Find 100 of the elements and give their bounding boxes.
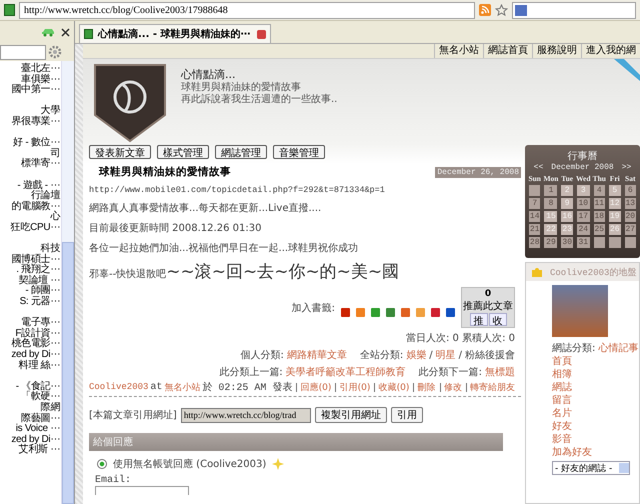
radio-button[interactable] [97, 459, 107, 469]
friends-blog-select[interactable]: - 好友的網誌 - [552, 461, 630, 475]
category-link[interactable]: 心情記事 [598, 341, 638, 355]
car-icon[interactable] [41, 27, 55, 37]
calendar-day[interactable]: 30 [561, 237, 573, 248]
sidebar-link[interactable]: S: 元器⋯ [0, 297, 60, 308]
sidebar-link[interactable]: is Voice ⋯ [0, 424, 60, 435]
calendar-day[interactable]: 18 [594, 211, 606, 222]
profile-link[interactable]: 影音 [552, 434, 572, 446]
post-action-link[interactable]: 修改 [444, 380, 462, 394]
recommend-button[interactable]: 收 [488, 313, 506, 326]
profile-link[interactable]: 留言 [552, 395, 572, 407]
trackback-button[interactable]: 引用 [390, 407, 423, 423]
sidebar-link[interactable]: 桃色電影⋯ [0, 339, 60, 350]
sidebar-link[interactable]: zed by Di⋯ [0, 350, 60, 361]
sidebar-link[interactable]: 艾利斯 ⋯ [0, 445, 60, 456]
sidebar-link[interactable]: 行論壇 [0, 191, 60, 202]
sidebar-link[interactable]: 界很專業⋯ [0, 116, 60, 128]
category-link[interactable]: 娛樂 [406, 348, 426, 362]
calendar-day[interactable]: 31 [576, 237, 590, 248]
sidebar-link[interactable]: 好 - 數位⋯ [0, 138, 60, 149]
trackback-button[interactable]: 複製引用網址 [314, 407, 387, 423]
author-link[interactable]: Coolive2003 [88, 382, 148, 392]
profile-link[interactable]: 名片 [552, 408, 572, 420]
sidebar-link[interactable]: 「軟硬⋯ [0, 392, 60, 403]
post-action-link[interactable]: 轉寄給朋友 [470, 380, 515, 394]
calendar-day[interactable]: 25 [594, 224, 606, 235]
scrollbar[interactable] [61, 61, 74, 504]
calendar-day[interactable]: 29 [544, 237, 558, 248]
top-nav-link[interactable]: 網誌首頁 [483, 44, 532, 58]
recommend-button[interactable]: 推 [470, 313, 488, 326]
email-field[interactable] [95, 486, 189, 495]
post-action-link[interactable]: 引用(0) [340, 380, 370, 394]
category-link[interactable]: 明星 [436, 348, 456, 362]
admin-button[interactable]: 網誌管理 [215, 145, 267, 159]
gear-icon[interactable] [48, 45, 62, 59]
trackback-url-field[interactable]: http://www.wretch.cc/blog/trad [180, 408, 311, 422]
profile-link[interactable]: 好友 [552, 421, 572, 433]
sidebar-search-field[interactable] [0, 44, 46, 60]
calendar-day[interactable]: 1 [544, 185, 558, 196]
sidebar-link[interactable]: 料理 絲⋯ [0, 360, 60, 372]
top-nav-link[interactable]: 進入我的網 [581, 44, 640, 58]
star-icon[interactable] [495, 4, 508, 16]
top-nav-link[interactable]: 無名小站 [434, 44, 483, 58]
calendar-day[interactable]: 27 [624, 224, 636, 235]
sidebar-link[interactable]: 際網 [0, 403, 60, 414]
profile-link[interactable]: 加為好友 [552, 447, 592, 459]
next-post-link[interactable]: 無標題 [485, 365, 515, 379]
post-action-link[interactable]: 回應(0) [300, 380, 332, 394]
profile-link[interactable]: 首頁 [552, 356, 572, 368]
calendar-day[interactable]: 20 [624, 211, 636, 222]
post-action-link[interactable]: 收藏(0) [378, 380, 410, 394]
sidebar-link[interactable]: 的電腦教⋯ [0, 202, 60, 212]
profile-link[interactable]: 相簿 [552, 369, 572, 381]
calendar-day[interactable]: 6 [624, 185, 636, 196]
sidebar-link[interactable]: 國中第一⋯ [0, 85, 60, 96]
calendar-day[interactable]: 13 [624, 198, 636, 209]
address-bar[interactable]: http://www.wretch.cc/blog/Coolive2003/17988648 [19, 2, 475, 18]
sidebar-link[interactable]: - 師團⋯ [0, 286, 60, 298]
calendar-day[interactable]: 28 [529, 237, 540, 248]
sidebar-link[interactable]: 大學 [0, 106, 60, 117]
site-link[interactable]: 無名小站 [164, 380, 200, 394]
admin-button[interactable]: 樣式管理 [157, 145, 209, 159]
sidebar-link[interactable]: 標準寄⋯ [0, 159, 60, 170]
sidebar-link[interactable]: 契論壇 ⋯ [0, 276, 60, 286]
search-field[interactable] [512, 2, 636, 18]
sidebar-link[interactable]: 臺北左⋯ [0, 64, 60, 75]
admin-button[interactable]: 音樂管理 [273, 145, 325, 159]
sidebar-link[interactable]: 車俱樂⋯ [0, 74, 60, 86]
sidebar-link[interactable]: . 飛翔之⋯ [0, 265, 60, 276]
calendar-day[interactable]: 4 [594, 185, 606, 196]
bookmark-site-icon[interactable] [446, 308, 455, 317]
calendar-day[interactable]: 11 [594, 198, 606, 209]
sidebar-link[interactable]: 際藝圖⋯ [0, 414, 60, 424]
sidebar-link[interactable]: 心 [0, 212, 60, 223]
calendar-day[interactable]: 7 [529, 198, 540, 209]
sidebar-link[interactable]: 科技 [0, 244, 60, 255]
admin-button[interactable]: 發表新文章 [89, 145, 151, 159]
profile-link[interactable]: 網誌 [552, 382, 572, 394]
calendar-day[interactable]: 24 [576, 224, 590, 235]
bookmark-site-icon[interactable] [386, 308, 395, 317]
category-link[interactable]: 網路精華文章 [286, 348, 347, 362]
next-month-link[interactable]: >> [622, 163, 632, 172]
post-action-link[interactable]: 刪除 [418, 380, 436, 394]
blog-subtitle: 再此訴說著我生活週遭的一些故事.. [181, 94, 338, 106]
calendar-day[interactable]: 17 [576, 211, 590, 222]
top-nav-link[interactable]: 服務說明 [532, 44, 581, 58]
sidebar-link[interactable]: 狂吃CPU⋯ [0, 222, 60, 234]
browser-tab[interactable]: 心情點滴... - 球鞋男與精油妹的⋯ [79, 24, 271, 43]
close-icon[interactable] [61, 28, 70, 36]
rss-icon[interactable] [479, 4, 491, 16]
sparkle-icon [272, 458, 284, 470]
scrollbar-thumb[interactable] [62, 242, 74, 504]
prev-post-link[interactable]: 美學者呼籲改革工程師教育 [286, 365, 406, 379]
calendar-day[interactable]: 8 [544, 198, 558, 209]
calendar-day[interactable]: 14 [529, 211, 540, 222]
calendar-day[interactable]: 21 [529, 224, 540, 235]
calendar-day[interactable]: 10 [576, 198, 590, 209]
prev-month-link[interactable]: << [534, 163, 544, 172]
sidebar-link[interactable]: 電子專⋯ [0, 318, 60, 329]
